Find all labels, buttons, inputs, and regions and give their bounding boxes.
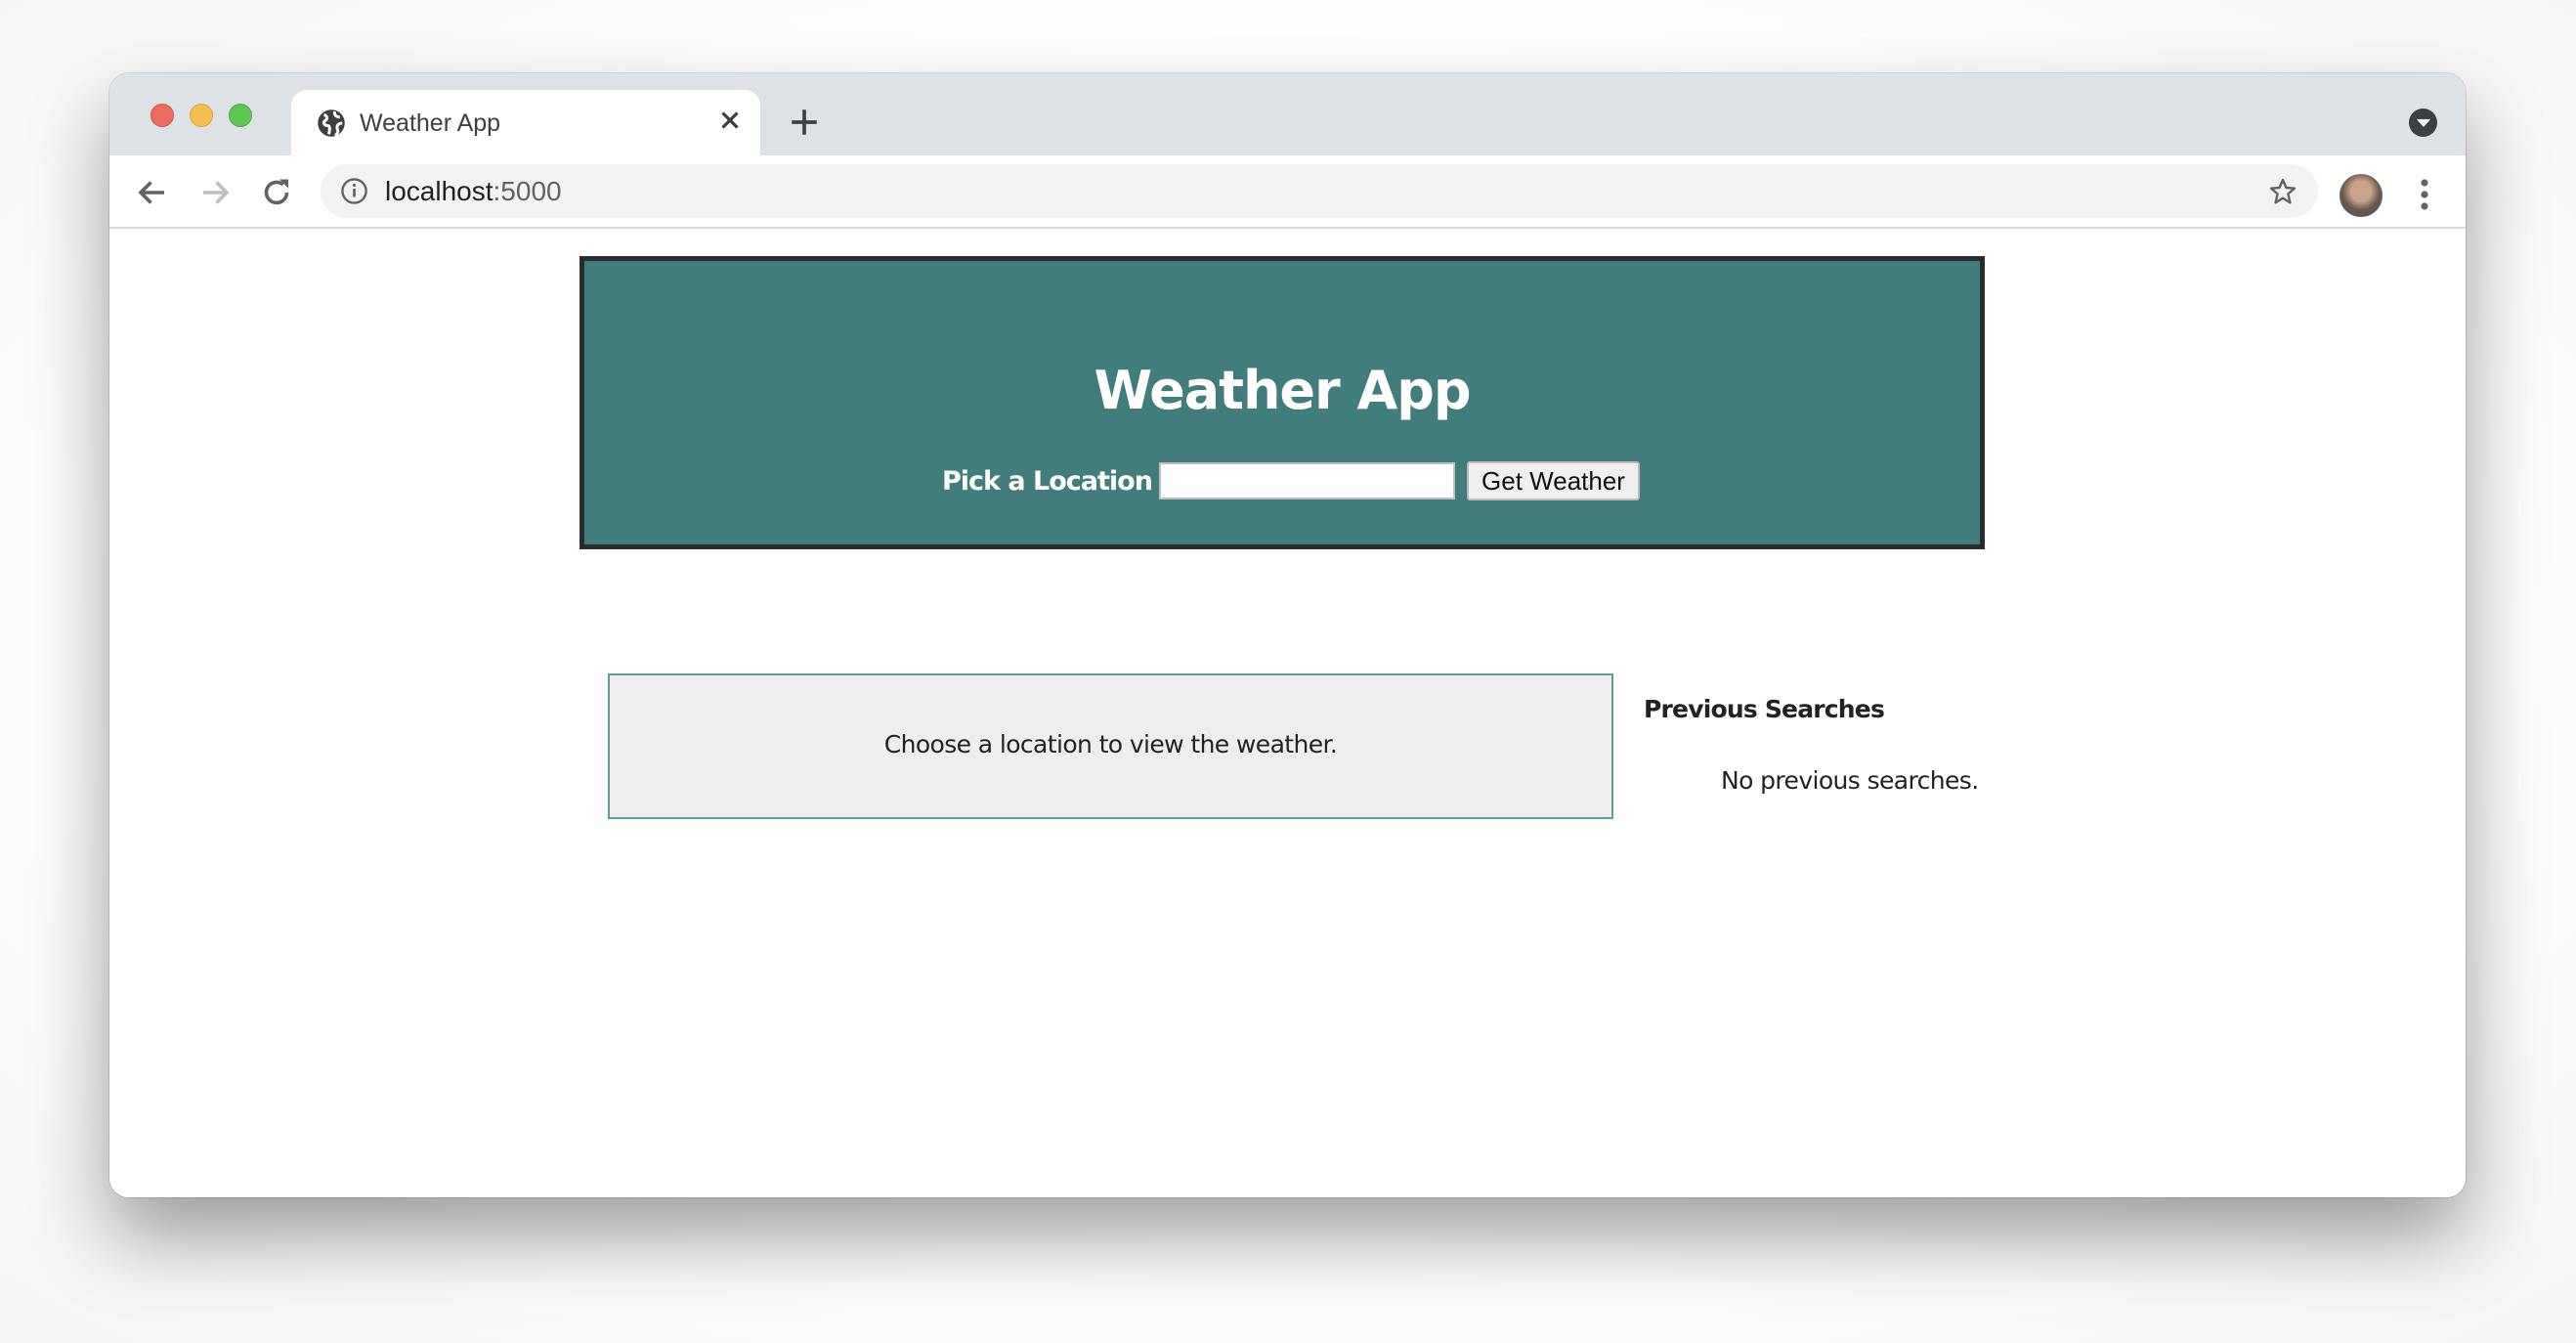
arrow-left-icon[interactable] — [135, 175, 170, 210]
get-weather-button[interactable]: Get Weather — [1467, 461, 1640, 500]
browser-window: Weather App localhost:5000 Weather App P… — [109, 73, 2466, 1197]
arrow-right-icon[interactable] — [197, 175, 233, 210]
weather-result-panel: Choose a location to view the weather. — [608, 673, 1613, 819]
chevron-down-circle-icon[interactable] — [2409, 108, 2437, 137]
profile-avatar[interactable] — [2340, 174, 2383, 217]
close-icon[interactable] — [715, 106, 745, 135]
page-viewport: Weather App Pick a Location Get Weather … — [109, 229, 2466, 1197]
tab-strip: Weather App — [109, 73, 2466, 158]
minimize-window-button[interactable] — [190, 104, 213, 127]
globe-icon — [318, 109, 345, 137]
address-bar[interactable]: localhost:5000 — [321, 164, 2318, 218]
url-port: :5000 — [493, 176, 562, 206]
search-form: Pick a Location Get Weather — [584, 461, 1980, 501]
close-window-button[interactable] — [150, 104, 174, 127]
tab-weather-app[interactable]: Weather App — [291, 90, 760, 158]
maximize-window-button[interactable] — [229, 104, 252, 127]
kebab-menu-icon[interactable] — [2414, 177, 2435, 212]
star-icon[interactable] — [2267, 176, 2298, 207]
app-header: Weather App Pick a Location Get Weather — [580, 256, 1985, 549]
info-icon[interactable] — [340, 177, 368, 205]
app-title: Weather App — [1094, 360, 1471, 421]
url-text[interactable]: localhost:5000 — [385, 176, 562, 207]
tab-title: Weather App — [360, 109, 501, 137]
previous-searches-empty: No previous searches. — [1721, 766, 1979, 795]
weather-result-message: Choose a location to view the weather. — [883, 730, 1338, 758]
location-label: Pick a Location — [942, 466, 1153, 497]
reload-icon[interactable] — [259, 175, 294, 210]
previous-searches-heading: Previous Searches — [1644, 695, 1885, 723]
plus-icon[interactable] — [788, 106, 821, 139]
browser-toolbar: localhost:5000 — [109, 155, 2466, 229]
location-input[interactable] — [1159, 462, 1455, 499]
url-host: localhost — [385, 176, 494, 206]
